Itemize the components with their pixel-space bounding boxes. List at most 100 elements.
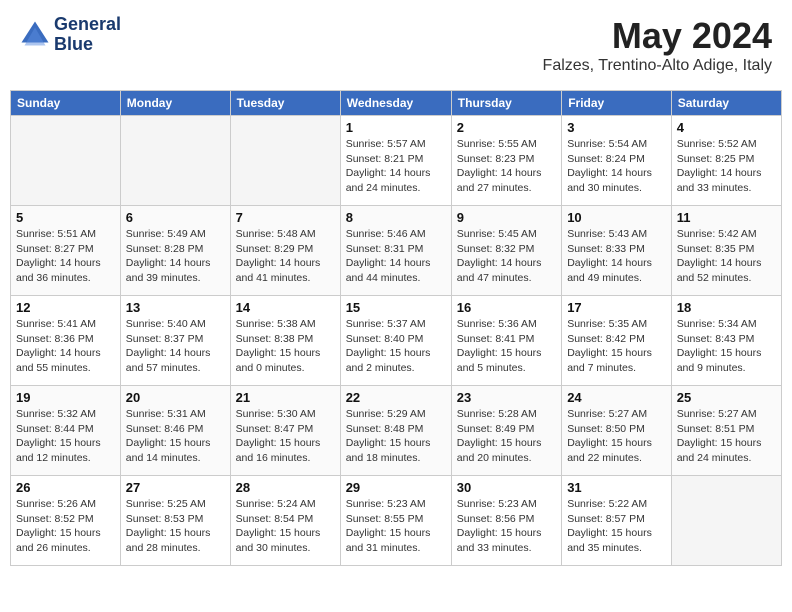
day-number: 8	[346, 210, 446, 225]
day-number: 14	[236, 300, 335, 315]
day-number: 2	[457, 120, 556, 135]
day-info: Sunrise: 5:26 AMSunset: 8:52 PMDaylight:…	[16, 497, 115, 556]
day-info: Sunrise: 5:23 AMSunset: 8:56 PMDaylight:…	[457, 497, 556, 556]
calendar-cell: 3 Sunrise: 5:54 AMSunset: 8:24 PMDaylight…	[562, 116, 672, 206]
calendar-cell: 5 Sunrise: 5:51 AMSunset: 8:27 PMDaylight…	[11, 206, 121, 296]
day-info: Sunrise: 5:35 AMSunset: 8:42 PMDaylight:…	[567, 317, 666, 376]
day-number: 31	[567, 480, 666, 495]
day-info: Sunrise: 5:52 AMSunset: 8:25 PMDaylight:…	[677, 137, 776, 196]
day-info: Sunrise: 5:23 AMSunset: 8:55 PMDaylight:…	[346, 497, 446, 556]
calendar-table: SundayMondayTuesdayWednesdayThursdayFrid…	[10, 90, 782, 566]
calendar-cell: 11 Sunrise: 5:42 AMSunset: 8:35 PMDayligh…	[671, 206, 781, 296]
day-number: 26	[16, 480, 115, 495]
day-info: Sunrise: 5:22 AMSunset: 8:57 PMDaylight:…	[567, 497, 666, 556]
calendar-cell	[230, 116, 340, 206]
weekday-header-cell: Sunday	[11, 91, 121, 116]
month-title: May 2024	[543, 15, 772, 57]
calendar-week-row: 26 Sunrise: 5:26 AMSunset: 8:52 PMDayligh…	[11, 476, 782, 566]
day-info: Sunrise: 5:51 AMSunset: 8:27 PMDaylight:…	[16, 227, 115, 286]
day-number: 30	[457, 480, 556, 495]
calendar-cell: 29 Sunrise: 5:23 AMSunset: 8:55 PMDayligh…	[340, 476, 451, 566]
calendar-week-row: 5 Sunrise: 5:51 AMSunset: 8:27 PMDaylight…	[11, 206, 782, 296]
day-info: Sunrise: 5:29 AMSunset: 8:48 PMDaylight:…	[346, 407, 446, 466]
calendar-cell: 8 Sunrise: 5:46 AMSunset: 8:31 PMDaylight…	[340, 206, 451, 296]
day-number: 5	[16, 210, 115, 225]
calendar-cell	[11, 116, 121, 206]
day-info: Sunrise: 5:38 AMSunset: 8:38 PMDaylight:…	[236, 317, 335, 376]
weekday-header-cell: Wednesday	[340, 91, 451, 116]
page-header: General Blue May 2024 Falzes, Trentino-A…	[10, 10, 782, 80]
day-number: 6	[126, 210, 225, 225]
day-number: 9	[457, 210, 556, 225]
calendar-cell	[671, 476, 781, 566]
day-number: 27	[126, 480, 225, 495]
calendar-cell: 16 Sunrise: 5:36 AMSunset: 8:41 PMDayligh…	[451, 296, 561, 386]
calendar-cell: 21 Sunrise: 5:30 AMSunset: 8:47 PMDayligh…	[230, 386, 340, 476]
day-number: 3	[567, 120, 666, 135]
day-number: 19	[16, 390, 115, 405]
day-number: 11	[677, 210, 776, 225]
day-number: 7	[236, 210, 335, 225]
calendar-cell: 7 Sunrise: 5:48 AMSunset: 8:29 PMDaylight…	[230, 206, 340, 296]
calendar-cell: 9Sunrise: 5:45 AMSunset: 8:32 PMDaylight…	[451, 206, 561, 296]
day-info: Sunrise: 5:57 AMSunset: 8:21 PMDaylight:…	[346, 137, 446, 196]
day-info: Sunrise: 5:43 AMSunset: 8:33 PMDaylight:…	[567, 227, 666, 286]
weekday-header-cell: Friday	[562, 91, 672, 116]
calendar-cell: 2Sunrise: 5:55 AMSunset: 8:23 PMDaylight…	[451, 116, 561, 206]
calendar-cell: 15 Sunrise: 5:37 AMSunset: 8:40 PMDayligh…	[340, 296, 451, 386]
day-info: Sunrise: 5:32 AMSunset: 8:44 PMDaylight:…	[16, 407, 115, 466]
day-number: 4	[677, 120, 776, 135]
weekday-header-cell: Tuesday	[230, 91, 340, 116]
day-number: 28	[236, 480, 335, 495]
title-block: May 2024 Falzes, Trentino-Alto Adige, It…	[543, 15, 772, 75]
day-number: 24	[567, 390, 666, 405]
logo-text: General Blue	[54, 15, 121, 55]
day-number: 23	[457, 390, 556, 405]
day-number: 20	[126, 390, 225, 405]
calendar-cell: 22Sunrise: 5:29 AMSunset: 8:48 PMDayligh…	[340, 386, 451, 476]
calendar-cell: 28 Sunrise: 5:24 AMSunset: 8:54 PMDayligh…	[230, 476, 340, 566]
calendar-cell: 13Sunrise: 5:40 AMSunset: 8:37 PMDayligh…	[120, 296, 230, 386]
day-info: Sunrise: 5:54 AMSunset: 8:24 PMDaylight:…	[567, 137, 666, 196]
calendar-cell: 31 Sunrise: 5:22 AMSunset: 8:57 PMDayligh…	[562, 476, 672, 566]
day-info: Sunrise: 5:28 AMSunset: 8:49 PMDaylight:…	[457, 407, 556, 466]
day-info: Sunrise: 5:30 AMSunset: 8:47 PMDaylight:…	[236, 407, 335, 466]
calendar-cell: 14 Sunrise: 5:38 AMSunset: 8:38 PMDayligh…	[230, 296, 340, 386]
day-number: 12	[16, 300, 115, 315]
calendar-cell: 6Sunrise: 5:49 AMSunset: 8:28 PMDaylight…	[120, 206, 230, 296]
calendar-cell: 4 Sunrise: 5:52 AMSunset: 8:25 PMDaylight…	[671, 116, 781, 206]
day-info: Sunrise: 5:42 AMSunset: 8:35 PMDaylight:…	[677, 227, 776, 286]
day-info: Sunrise: 5:36 AMSunset: 8:41 PMDaylight:…	[457, 317, 556, 376]
day-info: Sunrise: 5:34 AMSunset: 8:43 PMDaylight:…	[677, 317, 776, 376]
location-title: Falzes, Trentino-Alto Adige, Italy	[543, 57, 772, 75]
calendar-cell: 23 Sunrise: 5:28 AMSunset: 8:49 PMDayligh…	[451, 386, 561, 476]
day-info: Sunrise: 5:31 AMSunset: 8:46 PMDaylight:…	[126, 407, 225, 466]
day-info: Sunrise: 5:37 AMSunset: 8:40 PMDaylight:…	[346, 317, 446, 376]
calendar-cell: 30 Sunrise: 5:23 AMSunset: 8:56 PMDayligh…	[451, 476, 561, 566]
calendar-cell: 17Sunrise: 5:35 AMSunset: 8:42 PMDayligh…	[562, 296, 672, 386]
day-info: Sunrise: 5:46 AMSunset: 8:31 PMDaylight:…	[346, 227, 446, 286]
day-info: Sunrise: 5:40 AMSunset: 8:37 PMDaylight:…	[126, 317, 225, 376]
calendar-cell: 10 Sunrise: 5:43 AMSunset: 8:33 PMDayligh…	[562, 206, 672, 296]
weekday-header-cell: Monday	[120, 91, 230, 116]
calendar-cell: 12Sunrise: 5:41 AMSunset: 8:36 PMDayligh…	[11, 296, 121, 386]
day-info: Sunrise: 5:24 AMSunset: 8:54 PMDaylight:…	[236, 497, 335, 556]
calendar-cell: 27Sunrise: 5:25 AMSunset: 8:53 PMDayligh…	[120, 476, 230, 566]
calendar-cell: 24 Sunrise: 5:27 AMSunset: 8:50 PMDayligh…	[562, 386, 672, 476]
weekday-header-cell: Thursday	[451, 91, 561, 116]
day-info: Sunrise: 5:48 AMSunset: 8:29 PMDaylight:…	[236, 227, 335, 286]
day-number: 16	[457, 300, 556, 315]
calendar-cell: 25Sunrise: 5:27 AMSunset: 8:51 PMDayligh…	[671, 386, 781, 476]
weekday-header-row: SundayMondayTuesdayWednesdayThursdayFrid…	[11, 91, 782, 116]
calendar-cell: 19 Sunrise: 5:32 AMSunset: 8:44 PMDayligh…	[11, 386, 121, 476]
day-info: Sunrise: 5:27 AMSunset: 8:50 PMDaylight:…	[567, 407, 666, 466]
day-number: 10	[567, 210, 666, 225]
day-number: 29	[346, 480, 446, 495]
logo: General Blue	[20, 15, 121, 55]
day-number: 15	[346, 300, 446, 315]
day-number: 1	[346, 120, 446, 135]
calendar-cell	[120, 116, 230, 206]
calendar-week-row: 19 Sunrise: 5:32 AMSunset: 8:44 PMDayligh…	[11, 386, 782, 476]
day-number: 21	[236, 390, 335, 405]
calendar-week-row: 1 Sunrise: 5:57 AMSunset: 8:21 PMDaylight…	[11, 116, 782, 206]
